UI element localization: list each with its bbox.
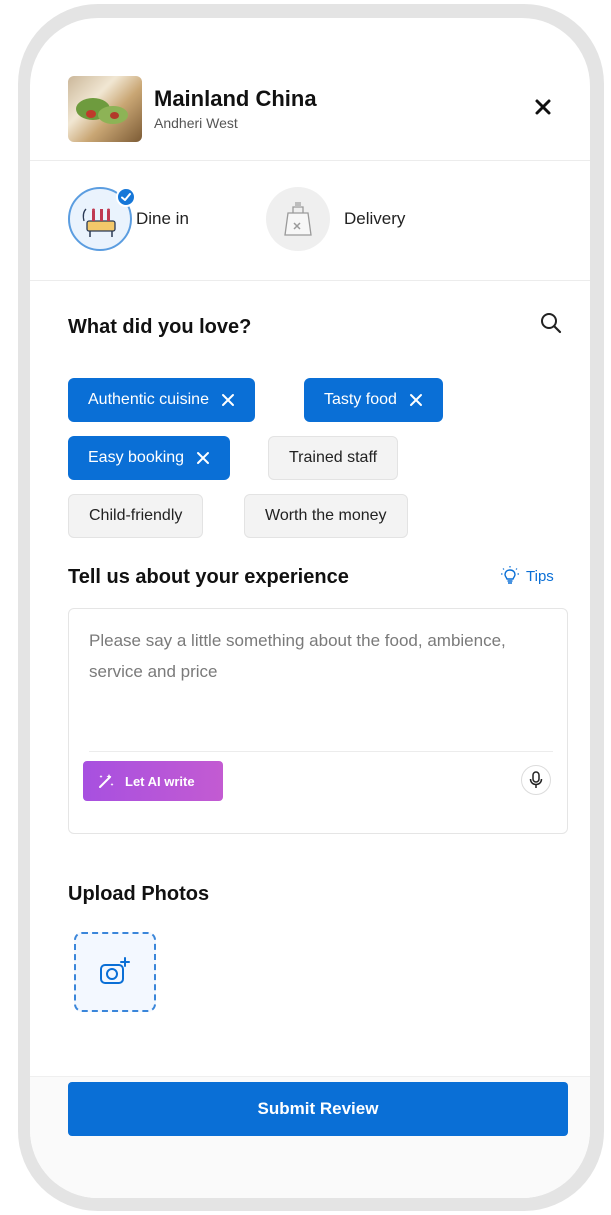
chip-child-friendly[interactable]: Child-friendly (68, 494, 204, 538)
order-type-delivery[interactable]: Delivery (266, 187, 405, 251)
close-icon (535, 99, 551, 115)
upload-photo-button[interactable] (74, 932, 156, 1012)
chip-tasty-food[interactable]: Tasty food (304, 378, 443, 422)
search-button[interactable] (538, 310, 564, 336)
chip-label: Trained staff (289, 449, 378, 466)
restaurant-thumbnail (68, 76, 142, 142)
microphone-button[interactable] (521, 765, 551, 795)
order-type-label: Dine in (136, 209, 189, 228)
lightbulb-icon (501, 566, 519, 584)
divider (89, 751, 553, 752)
remove-icon[interactable] (221, 393, 235, 407)
experience-textarea[interactable]: Please say a little something about the … (68, 608, 568, 834)
restaurant-name: Mainland China (154, 86, 317, 111)
chip-trained-staff[interactable]: Trained staff (268, 436, 399, 480)
chip-easy-booking[interactable]: Easy booking (68, 436, 231, 480)
experience-heading: Tell us about your experience (68, 566, 349, 588)
search-icon (541, 313, 562, 334)
order-type-label: Delivery (344, 209, 406, 228)
tips-label: Tips (526, 567, 554, 585)
ai-button-label: Let AI write (125, 773, 195, 789)
love-heading: What did you love? (68, 316, 252, 338)
chip-label: Easy booking (88, 449, 185, 466)
chip-authentic-cuisine[interactable]: Authentic cuisine (68, 378, 255, 422)
magic-wand-icon (99, 774, 114, 788)
let-ai-write-button[interactable]: Let AI write (83, 761, 223, 801)
dine-in-icon (68, 187, 136, 251)
restaurant-header: Mainland China Andheri West (30, 18, 590, 161)
camera-add-icon (100, 957, 130, 984)
order-type-dine-in[interactable]: Dine in (68, 187, 189, 251)
chip-label: Authentic cuisine (88, 391, 209, 408)
review-screen: Mainland China Andheri West Dine in Deli… (30, 18, 590, 1198)
chip-worth-the-money[interactable]: Worth the money (244, 494, 408, 538)
upload-photos-heading: Upload Photos (68, 883, 210, 905)
tips-link[interactable]: Tips (500, 565, 554, 587)
order-type-selector: Dine in Delivery (30, 161, 590, 281)
chip-label: Child-friendly (89, 507, 183, 524)
close-button[interactable] (528, 92, 558, 122)
chip-label: Worth the money (265, 507, 387, 524)
selected-check-icon (116, 187, 136, 207)
remove-icon[interactable] (409, 393, 423, 407)
submit-review-button[interactable]: Submit Review (68, 1082, 568, 1136)
chip-label: Tasty food (324, 391, 397, 408)
microphone-icon (529, 771, 543, 788)
remove-icon[interactable] (196, 451, 210, 465)
restaurant-location: Andheri West (154, 115, 238, 131)
experience-placeholder: Please say a little something about the … (89, 631, 506, 681)
delivery-bag-icon (266, 187, 330, 251)
